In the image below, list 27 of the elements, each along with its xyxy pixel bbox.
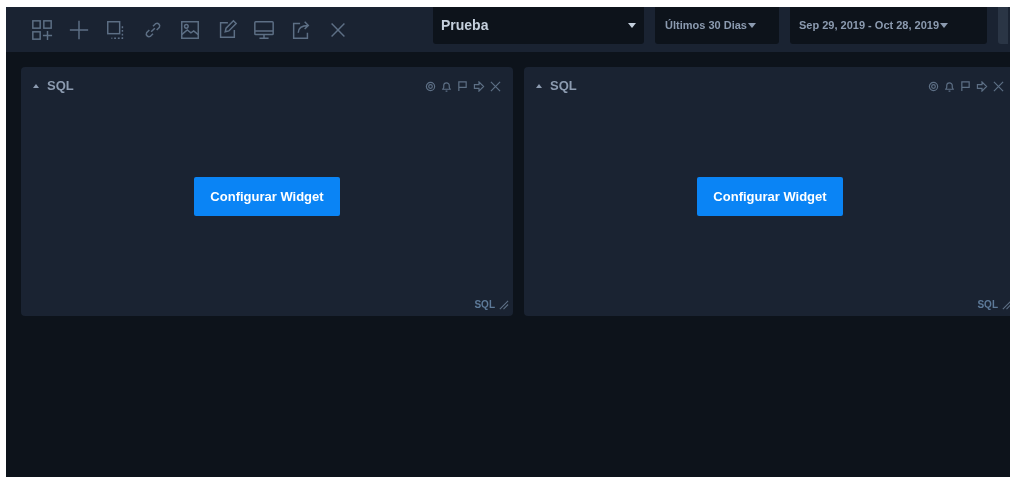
arrow-right-icon[interactable] xyxy=(473,80,485,92)
settings-icon[interactable] xyxy=(928,80,939,92)
image-icon[interactable] xyxy=(179,18,201,41)
configure-widget-button[interactable]: Configurar Widget xyxy=(194,177,340,216)
monitor-icon[interactable] xyxy=(253,18,275,41)
widget-type-label: SQL xyxy=(474,297,495,312)
dashboard-dropdown[interactable]: Prueba xyxy=(433,7,644,44)
resize-handle-icon[interactable] xyxy=(1001,298,1010,310)
settings-icon[interactable] xyxy=(425,80,436,92)
plus-icon[interactable] xyxy=(68,18,90,41)
grid-plus-icon[interactable] xyxy=(31,18,53,41)
collapse-caret-icon[interactable] xyxy=(536,84,542,88)
bell-icon[interactable] xyxy=(944,80,955,92)
flag-icon[interactable] xyxy=(960,80,971,92)
range-dropdown[interactable]: Últimos 30 Dias xyxy=(655,7,779,44)
arrow-right-icon[interactable] xyxy=(976,80,988,92)
close-icon[interactable] xyxy=(993,80,1004,92)
date-range-dropdown[interactable]: Sep 29, 2019 - Oct 28, 2019 xyxy=(790,7,987,44)
collapse-caret-icon[interactable] xyxy=(33,84,39,88)
widget-type-label: SQL xyxy=(977,297,998,312)
widget-title: SQL xyxy=(47,77,74,96)
bell-icon[interactable] xyxy=(441,80,452,92)
configure-widget-button[interactable]: Configurar Widget xyxy=(697,177,843,216)
widget-title: SQL xyxy=(550,77,577,96)
close-icon[interactable] xyxy=(490,80,501,92)
flag-icon[interactable] xyxy=(457,80,468,92)
resize-handle-icon[interactable] xyxy=(498,298,509,310)
